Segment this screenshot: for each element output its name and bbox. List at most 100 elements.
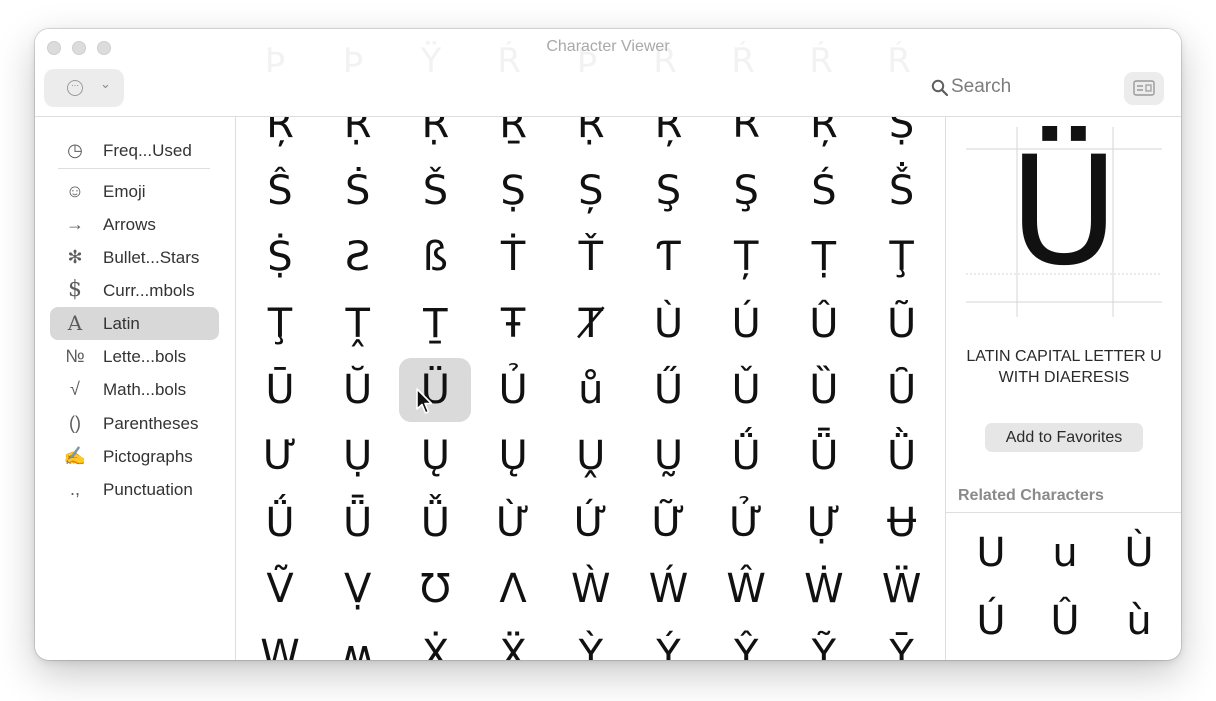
character-cell[interactable]: Ṷ [555, 424, 627, 488]
sidebar-item-lette-bols[interactable]: № Lette...bols [50, 340, 219, 373]
character-cell[interactable]: Ǖ [788, 424, 860, 488]
character-cell[interactable]: Ų [477, 424, 549, 488]
character-cell[interactable]: Ǜ [866, 424, 938, 488]
sidebar-item-freq-used[interactable]: ◷ Freq...Used [50, 134, 219, 167]
character-cell[interactable]: Ẍ [477, 623, 549, 660]
character-cell[interactable]: ß [399, 225, 471, 289]
character-cell[interactable]: Ṛ [555, 117, 627, 156]
related-character[interactable]: u [1030, 523, 1100, 583]
character-cell[interactable]: Ŗ [788, 117, 860, 156]
sidebar-item-pictographs[interactable]: ✍ Pictographs [50, 440, 219, 473]
related-character[interactable]: Ù [1104, 523, 1174, 583]
inspector-toggle-button[interactable] [1124, 72, 1164, 105]
character-cell[interactable]: Ỹ [788, 623, 860, 660]
character-cell[interactable]: Ẇ [788, 557, 860, 621]
character-cell[interactable]: Ư [244, 424, 316, 488]
sidebar-item-bullet-stars[interactable]: ✻ Bullet...Stars [50, 241, 219, 274]
character-cell[interactable]: Ǖ [322, 491, 394, 555]
related-character[interactable]: Û [1030, 591, 1100, 651]
character-cell[interactable]: Ẃ [633, 557, 705, 621]
sidebar-item-latin[interactable]: A Latin [50, 307, 219, 340]
sidebar-item-math-bols[interactable]: √ Math...bols [50, 373, 219, 406]
character-cell[interactable]: Ṿ [322, 557, 394, 621]
character-cell[interactable]: Ù [633, 292, 705, 356]
character-cell[interactable]: Ṽ [244, 557, 316, 621]
sidebar-item-arrows[interactable]: → Arrows [50, 208, 219, 241]
add-to-favorites-button[interactable]: Add to Favorites [985, 423, 1143, 452]
character-cell[interactable]: Ǔ [710, 358, 782, 422]
character-cell[interactable]: Ữ [633, 491, 705, 555]
character-cell[interactable]: Ṟ [477, 117, 549, 156]
sidebar-item-emoji[interactable]: ☺ Emoji [50, 175, 219, 208]
character-cell[interactable]: Ẅ [866, 557, 938, 621]
related-character[interactable]: Ú [956, 591, 1026, 651]
sidebar-item-punctuation[interactable]: ., Punctuation [50, 473, 219, 506]
character-grid[interactable]: ŖṚṜṞṚŖŘŖṢŜṠŠṢȘŞŞŚṦṨƧßṪŤƬȚṬŢŢṰṮŦȾÙÚÛŨŪŬÜỦ… [236, 117, 944, 660]
character-cell[interactable]: Ụ [322, 424, 394, 488]
character-cell[interactable]: Ṛ [322, 117, 394, 156]
character-cell[interactable]: Ţ [866, 225, 938, 289]
character-cell[interactable]: Ʊ [399, 557, 471, 621]
character-cell[interactable]: Ť [555, 225, 627, 289]
character-cell[interactable]: Ẋ [399, 623, 471, 660]
character-cell[interactable]: Ṣ [477, 159, 549, 223]
character-cell[interactable]: Ŗ [244, 117, 316, 156]
character-cell[interactable]: Ț [710, 225, 782, 289]
character-cell[interactable]: Ŵ [710, 557, 782, 621]
character-cell[interactable]: Ṯ [399, 292, 471, 356]
character-cell[interactable]: Ṫ [477, 225, 549, 289]
character-cell[interactable]: ů [555, 358, 627, 422]
character-cell[interactable]: Ǚ [399, 491, 471, 555]
character-cell[interactable]: Ǘ [244, 491, 316, 555]
character-cell[interactable]: Ū [244, 358, 316, 422]
character-cell[interactable]: Ȕ [788, 358, 860, 422]
selected-character-cell[interactable]: Ü [399, 358, 472, 422]
character-cell[interactable]: Ţ [244, 292, 316, 356]
character-cell[interactable]: Ƨ [322, 225, 394, 289]
related-character[interactable]: ù [1104, 591, 1174, 651]
character-cell[interactable]: Ṧ [866, 159, 938, 223]
character-cell[interactable]: Ự [788, 491, 860, 555]
character-cell[interactable]: Ẁ [555, 557, 627, 621]
search-input[interactable] [951, 76, 1111, 98]
character-cell[interactable]: Ủ [477, 358, 549, 422]
related-character[interactable]: U [956, 523, 1026, 583]
character-cell[interactable]: W [244, 623, 316, 660]
character-cell[interactable]: Ứ [555, 491, 627, 555]
character-cell[interactable]: Ử [710, 491, 782, 555]
character-cell[interactable]: Ş [633, 159, 705, 223]
character-cell[interactable]: ʍ [322, 623, 394, 660]
character-cell[interactable]: Š [399, 159, 471, 223]
character-cell[interactable]: Û [788, 292, 860, 356]
character-cell[interactable]: Ỳ [555, 623, 627, 660]
character-cell[interactable]: Ṡ [322, 159, 394, 223]
character-cell[interactable]: Ŷ [710, 623, 782, 660]
character-cell[interactable]: Ṱ [322, 292, 394, 356]
character-cell[interactable]: Ű [633, 358, 705, 422]
character-cell[interactable]: Ⱦ [555, 292, 627, 356]
character-cell[interactable]: Ŧ [477, 292, 549, 356]
sidebar-item-curr-mbols[interactable]: $ Curr...mbols [50, 274, 219, 307]
character-cell[interactable]: Ƭ [633, 225, 705, 289]
character-cell[interactable]: Ũ [866, 292, 938, 356]
character-cell[interactable]: Ş [710, 159, 782, 223]
character-cell[interactable]: Ș [555, 159, 627, 223]
character-cell[interactable]: Ȗ [866, 358, 938, 422]
character-cell[interactable]: Ȳ [866, 623, 938, 660]
action-menu-button[interactable]: ⋯ ⌄ [44, 69, 124, 107]
character-cell[interactable]: Ừ [477, 491, 549, 555]
character-cell[interactable]: Ṣ [866, 117, 938, 156]
character-cell[interactable]: Ŝ [244, 159, 316, 223]
character-cell[interactable]: Ʌ [477, 557, 549, 621]
character-cell[interactable]: Ú [710, 292, 782, 356]
character-cell[interactable]: Ṩ [244, 225, 316, 289]
character-cell[interactable]: Ų [399, 424, 471, 488]
character-cell[interactable]: Ř [710, 117, 782, 156]
character-cell[interactable]: Ṭ [788, 225, 860, 289]
character-cell[interactable]: Ŗ [633, 117, 705, 156]
character-cell[interactable]: Ṝ [399, 117, 471, 156]
sidebar-item-parentheses[interactable]: () Parentheses [50, 407, 219, 440]
character-cell[interactable]: Ṵ [633, 424, 705, 488]
character-cell[interactable]: Ý [633, 623, 705, 660]
character-cell[interactable]: Ŭ [322, 358, 394, 422]
